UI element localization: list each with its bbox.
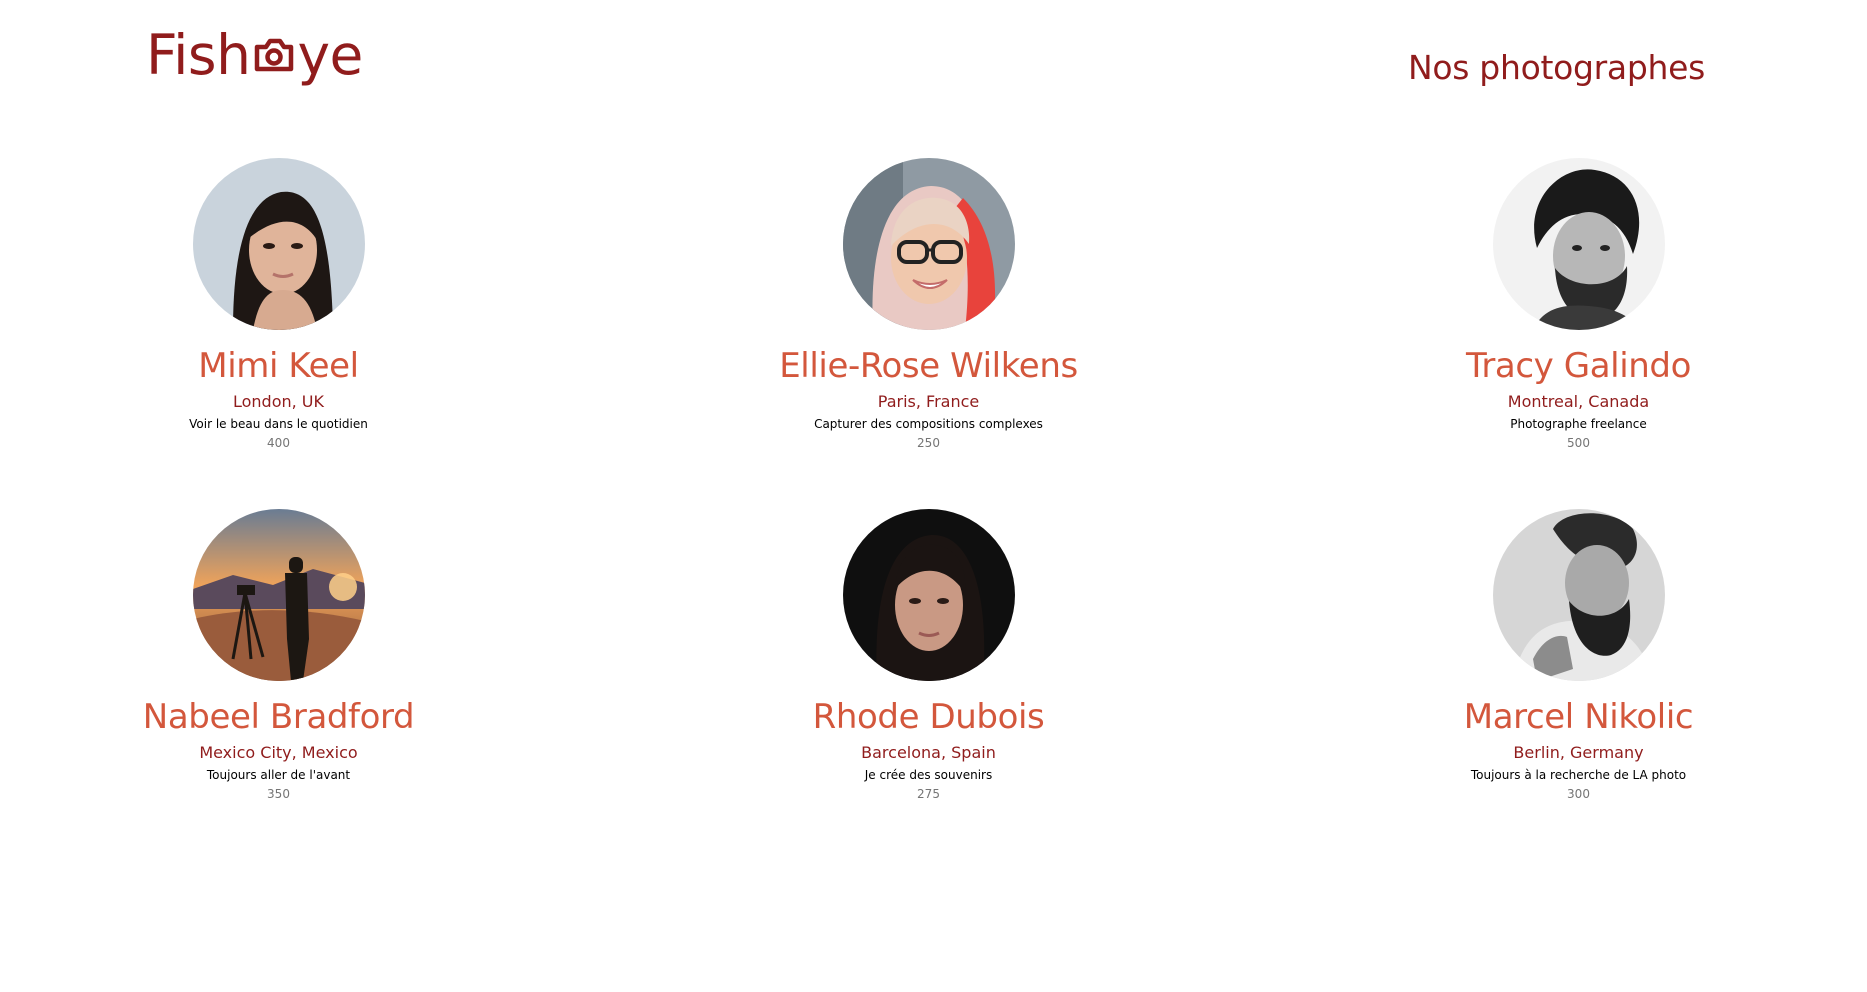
- photographer-tagline: Voir le beau dans le quotidien: [189, 417, 368, 431]
- photographer-portrait: [842, 158, 1015, 330]
- photographer-portrait: [192, 158, 365, 330]
- photographer-price: 400: [267, 436, 290, 450]
- photographer-tagline: Toujours aller de l'avant: [206, 768, 351, 782]
- photographer-location: Barcelona, Spain: [861, 743, 996, 762]
- photographer-name: Mimi Keel: [198, 346, 359, 386]
- photographer-price: 275: [917, 787, 940, 801]
- logo-text-suffix: ye: [297, 23, 363, 87]
- fisheye-logo[interactable]: Fish ye: [146, 28, 363, 83]
- photographer-location: Paris, France: [877, 392, 980, 411]
- photographer-name: Nabeel Bradford: [142, 697, 415, 737]
- photographer-price: 250: [917, 436, 940, 450]
- photographer-location: Berlin, Germany: [1513, 743, 1644, 762]
- photographer-location: Montreal, Canada: [1507, 392, 1650, 411]
- photographer-name: Ellie-Rose Wilkens: [779, 346, 1078, 386]
- photographer-card-rhode-dubois[interactable]: Rhode Dubois Barcelona, Spain Je crée de…: [790, 509, 1067, 860]
- logo-text-prefix: Fish: [146, 23, 251, 87]
- camera-icon: [251, 31, 297, 81]
- photographer-card-marcel-nikolic[interactable]: Marcel Nikolic Berlin, Germany Toujours …: [1440, 509, 1717, 860]
- photographer-card-tracy-galindo[interactable]: Tracy Galindo Montreal, Canada Photograp…: [1440, 158, 1717, 509]
- photographer-location: London, UK: [232, 392, 325, 411]
- photographer-portrait: [842, 509, 1015, 681]
- photographer-card-nabeel-bradford[interactable]: Nabeel Bradford Mexico City, Mexico Touj…: [140, 509, 417, 860]
- photographer-portrait: [1492, 509, 1665, 681]
- photographer-card-ellie-rose-wilkens[interactable]: Ellie-Rose Wilkens Paris, France Capture…: [779, 158, 1078, 509]
- photographer-name: Tracy Galindo: [1465, 346, 1691, 386]
- photographer-card-mimi-keel[interactable]: Mimi Keel London, UK Voir le beau dans l…: [140, 158, 417, 509]
- page-title: Nos photographes: [1407, 48, 1705, 87]
- photographer-location: Mexico City, Mexico: [199, 743, 358, 762]
- photographer-portrait: [1492, 158, 1665, 330]
- photographer-tagline: Toujours à la recherche de LA photo: [1470, 768, 1687, 782]
- photographers-section: Mimi Keel London, UK Voir le beau dans l…: [0, 158, 1867, 860]
- photographer-price: 500: [1567, 436, 1590, 450]
- photographer-price: 300: [1567, 787, 1590, 801]
- photographer-portrait: [192, 509, 365, 681]
- photographer-price: 350: [267, 787, 290, 801]
- photographer-name: Marcel Nikolic: [1463, 697, 1694, 737]
- photographer-tagline: Photographe freelance: [1510, 417, 1647, 431]
- photographer-name: Rhode Dubois: [812, 697, 1045, 737]
- photographer-tagline: Je crée des souvenirs: [864, 768, 993, 782]
- photographer-tagline: Capturer des compositions complexes: [814, 417, 1043, 431]
- site-header: Fish ye Nos photographes: [0, 0, 1867, 120]
